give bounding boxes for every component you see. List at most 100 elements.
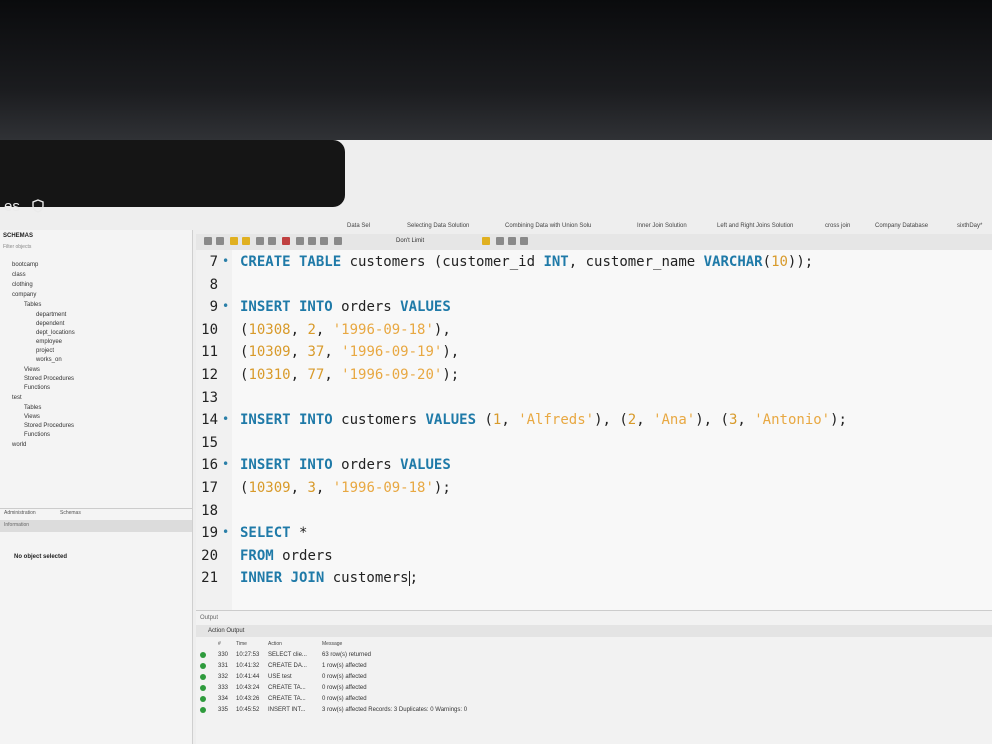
code-text: (10308, 2, '1996-09-18'), [240, 322, 451, 338]
line-number: 20 [201, 547, 218, 564]
tree-item[interactable]: test [12, 395, 22, 401]
find-icon[interactable] [496, 237, 504, 245]
save-icon[interactable] [216, 237, 224, 245]
sql-number: 10309 [248, 480, 291, 496]
tree-item[interactable]: Tables [24, 405, 41, 411]
code-text: FROM orders [240, 548, 333, 564]
sql-text: ), ( [695, 412, 729, 429]
rollback-icon[interactable] [308, 237, 316, 245]
tree-item[interactable]: clothing [12, 282, 33, 288]
toggle-error-icon[interactable] [282, 237, 290, 245]
query-tab[interactable]: Inner Join Solution [637, 223, 687, 229]
execute-statement-icon[interactable] [242, 237, 250, 245]
output-row[interactable]: 330 10:27:53 SELECT clie... 63 row(s) retur… [196, 651, 992, 661]
sql-text: ), [433, 321, 451, 338]
output-row[interactable]: 331 10:41:32 CREATE DA... 1 row(s) affected [196, 662, 992, 672]
success-icon [200, 696, 206, 702]
sql-text: , [315, 321, 333, 338]
col-header: Message [322, 641, 343, 647]
output-mode-bar: Action Output [196, 625, 992, 637]
sql-string: '1996-09-18' [332, 321, 434, 338]
sql-editor[interactable]: 7 • CREATE TABLE customers (customer_id IN… [196, 250, 992, 610]
tree-item[interactable]: Stored Procedures [24, 376, 74, 382]
filter-input[interactable]: Filter objects [3, 244, 31, 250]
wrap-icon[interactable] [520, 237, 528, 245]
code-text: (10310, 77, '1996-09-20'); [240, 367, 459, 383]
output-cell: INSERT INT... [268, 707, 306, 713]
output-row[interactable]: 333 10:43:24 CREATE TA... 0 row(s) affected [196, 684, 992, 694]
statement-marker-icon: • [222, 525, 230, 540]
line-number: 18 [201, 502, 218, 519]
limit-select[interactable]: Don't Limit [396, 238, 424, 244]
sql-text: , [290, 367, 308, 383]
toggle-output-icon[interactable] [334, 237, 342, 245]
output-mode-select[interactable]: Action Output [208, 628, 244, 634]
invisible-chars-icon[interactable] [508, 237, 516, 245]
sql-number: 2 [307, 321, 316, 338]
line-number: 10 [201, 321, 218, 338]
tree-item[interactable]: world [12, 442, 26, 448]
autocommit-icon[interactable] [320, 237, 328, 245]
line-number: 17 [201, 480, 218, 496]
commit-icon[interactable] [296, 237, 304, 245]
query-tab[interactable]: cross join [825, 223, 850, 229]
sql-text: orders [341, 299, 401, 316]
tree-item[interactable]: Stored Procedures [24, 423, 74, 429]
query-tab[interactable]: sixthDay* [957, 223, 982, 229]
query-tab[interactable]: Selecting Data Solution [407, 223, 469, 229]
tree-item[interactable]: dept_locations [36, 330, 75, 336]
sql-keyword: SELECT [240, 525, 300, 542]
tree-item[interactable]: company [12, 292, 36, 298]
query-tab[interactable]: Data Sel [347, 223, 370, 229]
tree-item[interactable]: project [36, 348, 54, 354]
tree-item[interactable]: Functions [24, 385, 50, 391]
stop-icon[interactable] [268, 237, 276, 245]
tree-item[interactable]: employee [36, 339, 62, 345]
tree-item[interactable]: works_on [36, 357, 62, 363]
output-cell: 333 [218, 685, 229, 691]
query-tab[interactable]: Left and Right Joins Solution [717, 223, 793, 229]
statement-marker-icon: • [222, 412, 230, 427]
sql-number: 10309 [248, 344, 291, 361]
explain-icon[interactable] [256, 237, 264, 245]
tree-item[interactable]: dependent [36, 321, 64, 327]
beautify-icon[interactable] [482, 237, 490, 245]
tree-item[interactable]: class [12, 272, 26, 278]
sql-text: ); [830, 412, 847, 429]
sql-text: , [324, 367, 342, 383]
output-cell: 1 row(s) affected [322, 663, 367, 669]
line-number: 7 [209, 254, 218, 270]
sql-keyword: INSERT INTO [240, 457, 342, 474]
output-row[interactable]: 332 10:41:44 USE test 0 row(s) affected [196, 673, 992, 683]
tree-item[interactable]: Functions [24, 432, 50, 438]
line-number: 21 [201, 570, 218, 587]
tree-item[interactable]: Tables [24, 302, 41, 308]
query-tab[interactable]: Company Database [875, 223, 928, 229]
output-row[interactable]: 335 10:45:52 INSERT INT... 3 row(s) affecte… [196, 706, 992, 716]
tree-item[interactable]: bootcamp [12, 262, 38, 268]
sql-text: orders [282, 547, 333, 564]
output-cell: 10:45:52 [236, 707, 260, 713]
tree-item[interactable]: Views [24, 414, 40, 420]
open-file-icon[interactable] [204, 237, 212, 245]
tab-administration[interactable]: Administration [4, 510, 36, 516]
line-number: 8 [209, 276, 218, 293]
code-text: (10309, 3, '1996-09-18'); [240, 480, 451, 496]
sql-number: 37 [307, 344, 325, 361]
success-icon [200, 663, 206, 669]
execute-icon[interactable] [230, 237, 238, 245]
output-row[interactable]: 334 10:43:26 CREATE TA... 0 row(s) affected [196, 695, 992, 705]
sql-keyword: VARCHAR [703, 254, 763, 270]
query-tab[interactable]: Combining Data with Union Solu [505, 223, 591, 229]
success-icon [200, 707, 206, 713]
sidebar-tabs: Administration Schemas [0, 508, 192, 519]
sql-number: 10308 [248, 321, 291, 338]
sql-text: ); [442, 367, 460, 383]
tree-item[interactable]: Views [24, 367, 40, 373]
code-text: INNER JOIN customers; [240, 570, 418, 586]
sql-text: ( [484, 412, 493, 429]
sql-keyword: CREATE TABLE [240, 254, 350, 270]
tree-item[interactable]: department [36, 312, 66, 318]
line-number: 13 [201, 389, 218, 406]
tab-schemas[interactable]: Schemas [60, 510, 81, 516]
